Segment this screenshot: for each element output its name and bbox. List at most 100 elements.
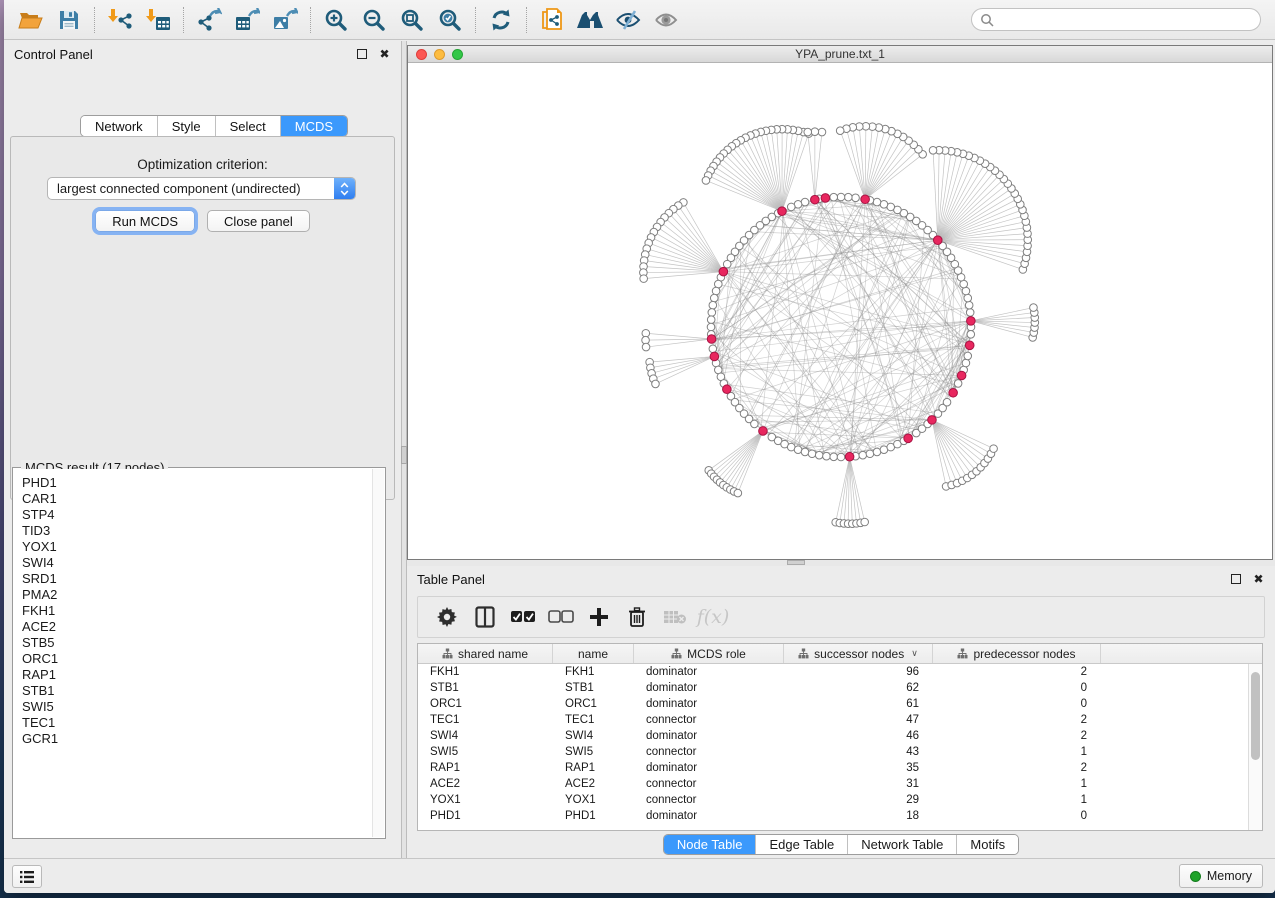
table-cell[interactable]: STB1 [553, 682, 634, 694]
mcds-result-item[interactable]: TEC1 [22, 715, 372, 731]
table-cell[interactable]: 96 [784, 666, 933, 678]
mcds-result-item[interactable]: STB1 [22, 683, 372, 699]
table-cell[interactable]: connector [634, 714, 784, 726]
table-cell[interactable]: 31 [784, 778, 933, 790]
export-image-button[interactable] [266, 4, 304, 36]
table-cell[interactable]: dominator [634, 682, 784, 694]
mcds-result-item[interactable]: STP4 [22, 507, 372, 523]
table-cell[interactable]: connector [634, 746, 784, 758]
column-header-predecessor-nodes[interactable]: predecessor nodes [933, 644, 1101, 663]
network-graph[interactable] [408, 63, 1272, 559]
table-cell[interactable]: RAP1 [418, 762, 553, 774]
table-cell[interactable]: 1 [933, 746, 1101, 758]
mcds-result-item[interactable]: PHD1 [22, 475, 372, 491]
select-all-button[interactable] [504, 601, 542, 633]
table-row[interactable]: PHD1PHD1dominator180 [418, 808, 1248, 824]
table-row[interactable]: TEC1TEC1connector472 [418, 712, 1248, 728]
table-row[interactable]: YOX1YOX1connector291 [418, 792, 1248, 808]
table-row[interactable]: SWI4SWI4dominator462 [418, 728, 1248, 744]
table-row[interactable]: ORC1ORC1dominator610 [418, 696, 1248, 712]
table-cell[interactable]: SWI4 [418, 730, 553, 742]
mcds-result-item[interactable]: SWI5 [22, 699, 372, 715]
table-cell[interactable]: YOX1 [418, 794, 553, 806]
table-cell[interactable]: TEC1 [418, 714, 553, 726]
table-cell[interactable]: 35 [784, 762, 933, 774]
new-network-from-selection-button[interactable] [533, 4, 571, 36]
tab-style[interactable]: Style [158, 116, 216, 136]
table-cell[interactable]: SWI5 [418, 746, 553, 758]
table-cell[interactable]: SWI5 [553, 746, 634, 758]
memory-button[interactable]: Memory [1179, 864, 1263, 888]
close-panel-icon[interactable]: ✖ [1252, 573, 1265, 586]
table-cell[interactable]: 43 [784, 746, 933, 758]
tab-network[interactable]: Network [81, 116, 158, 136]
table-cell[interactable]: dominator [634, 810, 784, 822]
table-cell[interactable]: 2 [933, 666, 1101, 678]
float-panel-icon[interactable] [355, 48, 368, 61]
mcds-result-item[interactable]: YOX1 [22, 539, 372, 555]
show-column-button[interactable] [466, 601, 504, 633]
run-mcds-button[interactable]: Run MCDS [95, 210, 195, 232]
search-network-button[interactable] [571, 4, 609, 36]
table-cell[interactable]: dominator [634, 666, 784, 678]
import-table-button[interactable] [139, 4, 177, 36]
column-header-successor-nodes[interactable]: successor nodes∨ [784, 644, 933, 663]
table-cell[interactable]: FKH1 [553, 666, 634, 678]
table-cell[interactable]: 2 [933, 730, 1101, 742]
zoom-in-button[interactable] [317, 4, 355, 36]
zoom-selected-button[interactable] [431, 4, 469, 36]
table-row[interactable]: SWI5SWI5connector431 [418, 744, 1248, 760]
tab-motifs[interactable]: Motifs [957, 835, 1018, 854]
tab-network-table[interactable]: Network Table [848, 835, 957, 854]
table-cell[interactable]: 0 [933, 698, 1101, 710]
mcds-result-item[interactable]: ORC1 [22, 651, 372, 667]
network-search-box[interactable] [971, 8, 1261, 31]
table-cell[interactable]: 2 [933, 762, 1101, 774]
table-cell[interactable]: STB1 [418, 682, 553, 694]
table-cell[interactable]: SWI4 [553, 730, 634, 742]
table-cell[interactable]: 18 [784, 810, 933, 822]
zoom-out-button[interactable] [355, 4, 393, 36]
create-column-button[interactable] [580, 601, 618, 633]
tab-select[interactable]: Select [216, 116, 281, 136]
scrollbar-thumb[interactable] [1251, 672, 1260, 760]
table-row[interactable]: STB1STB1dominator620 [418, 680, 1248, 696]
table-cell[interactable]: FKH1 [418, 666, 553, 678]
import-network-button[interactable] [101, 4, 139, 36]
export-table-button[interactable] [228, 4, 266, 36]
criterion-dropdown[interactable]: largest connected component (undirected) [47, 177, 356, 200]
mcds-list-scrollbar[interactable] [372, 469, 384, 837]
table-cell[interactable]: 46 [784, 730, 933, 742]
mcds-result-item[interactable]: RAP1 [22, 667, 372, 683]
deselect-all-button[interactable] [542, 601, 580, 633]
mcds-result-item[interactable]: TID3 [22, 523, 372, 539]
column-header-name[interactable]: name [553, 644, 634, 663]
table-cell[interactable]: TEC1 [553, 714, 634, 726]
tab-edge-table[interactable]: Edge Table [756, 835, 848, 854]
network-canvas[interactable] [408, 63, 1272, 559]
table-row[interactable]: FKH1FKH1dominator962 [418, 664, 1248, 680]
table-cell[interactable]: dominator [634, 730, 784, 742]
float-panel-icon[interactable] [1229, 573, 1242, 586]
zoom-fit-button[interactable] [393, 4, 431, 36]
table-cell[interactable]: 1 [933, 794, 1101, 806]
table-cell[interactable]: 0 [933, 682, 1101, 694]
table-row[interactable]: RAP1RAP1dominator352 [418, 760, 1248, 776]
save-session-button[interactable] [50, 4, 88, 36]
refresh-button[interactable] [482, 4, 520, 36]
table-cell[interactable]: 2 [933, 714, 1101, 726]
mcds-result-item[interactable]: ACE2 [22, 619, 372, 635]
close-panel-icon[interactable]: ✖ [378, 48, 391, 61]
table-cell[interactable]: ACE2 [418, 778, 553, 790]
table-cell[interactable]: ORC1 [418, 698, 553, 710]
table-row[interactable]: ACE2ACE2connector311 [418, 776, 1248, 792]
table-cell[interactable]: connector [634, 778, 784, 790]
mcds-result-item[interactable]: GCR1 [22, 731, 372, 747]
column-header-MCDS-role[interactable]: MCDS role [634, 644, 784, 663]
column-header-shared-name[interactable]: shared name [418, 644, 553, 663]
mcds-result-item[interactable]: SRD1 [22, 571, 372, 587]
show-hide-birds-eye-button[interactable] [647, 4, 685, 36]
tab-mcds[interactable]: MCDS [281, 116, 347, 136]
table-cell[interactable]: YOX1 [553, 794, 634, 806]
delete-column-button[interactable] [618, 601, 656, 633]
